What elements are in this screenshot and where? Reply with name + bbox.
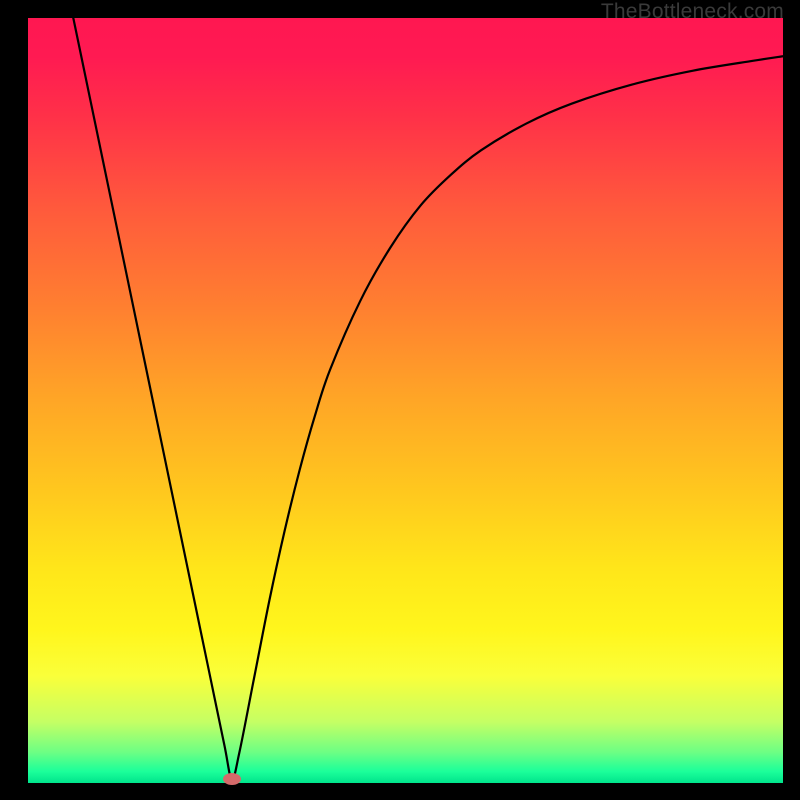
minimum-point-marker xyxy=(223,773,241,785)
bottleneck-curve xyxy=(28,18,783,783)
chart-frame xyxy=(28,18,783,783)
watermark-text: TheBottleneck.com xyxy=(601,0,784,24)
